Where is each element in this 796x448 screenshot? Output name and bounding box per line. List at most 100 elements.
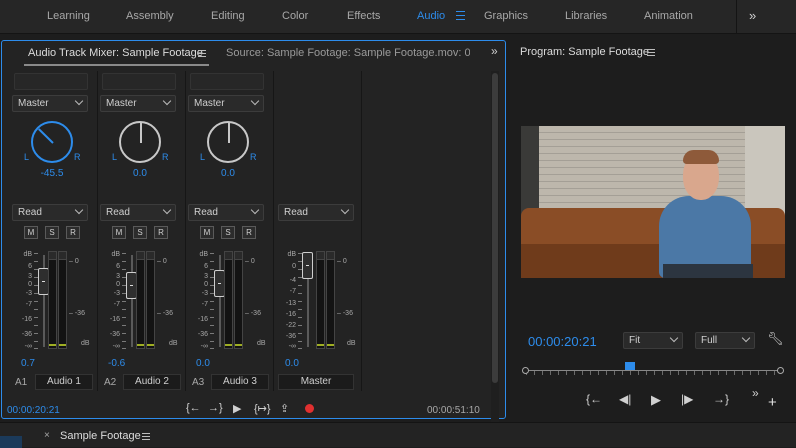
panel-menu-icon[interactable]: [647, 49, 655, 57]
export-icon[interactable]: ⇪: [280, 402, 289, 415]
double-chevron-right-icon[interactable]: »: [752, 386, 759, 400]
program-video-frame[interactable]: [521, 126, 785, 278]
add-button-icon[interactable]: +: [768, 394, 777, 411]
mark-out-icon[interactable]: →}: [713, 392, 729, 406]
close-icon[interactable]: ×: [44, 430, 50, 441]
panel-menu-icon[interactable]: [142, 433, 150, 441]
workspace-assembly[interactable]: Assembly: [126, 10, 174, 22]
tab-source[interactable]: Source: Sample Footage: Sample Footage.m…: [226, 47, 470, 59]
read-mode-dropdown[interactable]: Read: [188, 204, 264, 221]
timeline-play-indicator: [0, 436, 22, 448]
playhead[interactable]: [625, 362, 636, 370]
pan-left-label: L: [24, 152, 30, 162]
workspace-menu-icon[interactable]: [456, 11, 465, 20]
step-forward-icon[interactable]: |▶: [681, 392, 693, 406]
program-monitor-panel: Program: Sample Footage 00:00:20:21 Fit …: [510, 40, 796, 419]
volume-value[interactable]: 0.7: [21, 358, 35, 369]
read-mode-dropdown[interactable]: Read: [278, 204, 354, 221]
read-mode-dropdown[interactable]: Read: [100, 204, 176, 221]
record-arm-button[interactable]: R: [154, 226, 168, 239]
mixer-current-timecode[interactable]: 00:00:20:21: [7, 405, 60, 416]
ruler-end-handle[interactable]: [777, 367, 784, 374]
fader-ticks: [210, 253, 214, 349]
effects-slot[interactable]: [102, 73, 176, 90]
workspace-color[interactable]: Color: [282, 10, 308, 22]
record-arm-button[interactable]: R: [242, 226, 256, 239]
workspace-effects[interactable]: Effects: [347, 10, 380, 22]
solo-button[interactable]: S: [45, 226, 59, 239]
fader-ticks: [122, 253, 126, 349]
step-back-icon[interactable]: ◀|: [619, 392, 631, 406]
solo-button[interactable]: S: [133, 226, 147, 239]
track-id: A3: [192, 377, 205, 388]
mute-button[interactable]: M: [112, 226, 126, 239]
panel-menu-icon[interactable]: [198, 50, 206, 58]
channel-divider: [273, 71, 274, 391]
workspace-learning[interactable]: Learning: [47, 10, 90, 22]
workspace-animation[interactable]: Animation: [644, 10, 693, 22]
pan-value[interactable]: -45.5: [32, 168, 72, 179]
workspace-audio[interactable]: Audio: [417, 10, 445, 22]
fit-dropdown[interactable]: Fit: [623, 332, 683, 349]
record-arm-button[interactable]: R: [66, 226, 80, 239]
ruler-ticks: [526, 371, 780, 375]
pan-value[interactable]: 0.0: [120, 168, 160, 179]
volume-value[interactable]: 0.0: [285, 358, 299, 369]
level-meter-left: [136, 251, 145, 349]
tab-timeline-sequence[interactable]: Sample Footage: [60, 430, 141, 442]
automation-mode-dropdown[interactable]: Master: [188, 95, 264, 112]
automation-mode-dropdown[interactable]: Master: [12, 95, 88, 112]
play-icon[interactable]: ▶: [233, 402, 241, 415]
dropdown-label: Read: [194, 207, 218, 218]
go-to-in-icon[interactable]: {←: [186, 402, 201, 414]
volume-value[interactable]: -0.6: [108, 358, 125, 369]
meter-db-scale: – 0 – -36 dB: [245, 258, 266, 347]
read-mode-dropdown[interactable]: Read: [12, 204, 88, 221]
workspace-libraries[interactable]: Libraries: [565, 10, 607, 22]
track-name[interactable]: Audio 3: [211, 374, 269, 390]
workspace-graphics[interactable]: Graphics: [484, 10, 528, 22]
fader-track: [131, 255, 133, 347]
tab-audio-track-mixer[interactable]: Audio Track Mixer: Sample Footage: [28, 47, 203, 59]
mixer-scrollbar[interactable]: [491, 71, 499, 423]
pan-knob[interactable]: [119, 121, 161, 163]
pan-knob[interactable]: [31, 121, 73, 163]
play-icon[interactable]: ▶: [651, 392, 661, 408]
resolution-dropdown[interactable]: Full: [695, 332, 755, 349]
ruler-start-handle[interactable]: [522, 367, 529, 374]
track-name[interactable]: Master: [278, 374, 354, 390]
mark-in-icon[interactable]: {←: [586, 392, 602, 406]
mute-button[interactable]: M: [24, 226, 38, 239]
level-meter-left: [224, 251, 233, 349]
pan-knob[interactable]: [207, 121, 249, 163]
automation-mode-dropdown[interactable]: Master: [100, 95, 176, 112]
workspace-editing[interactable]: Editing: [211, 10, 245, 22]
pan-value[interactable]: 0.0: [208, 168, 248, 179]
track-id: A2: [104, 377, 117, 388]
chevron-down-icon: [669, 333, 679, 343]
effects-slot[interactable]: [190, 73, 264, 90]
dropdown-label: Read: [18, 207, 42, 218]
solo-button[interactable]: S: [221, 226, 235, 239]
mute-button[interactable]: M: [200, 226, 214, 239]
program-time-ruler[interactable]: [522, 362, 784, 376]
tab-program[interactable]: Program: Sample Footage: [520, 46, 649, 58]
double-chevron-right-icon[interactable]: »: [491, 44, 498, 58]
go-to-out-icon[interactable]: →}: [208, 402, 223, 414]
knob-indicator: [38, 128, 54, 144]
level-meter-left: [316, 251, 325, 349]
program-timecode[interactable]: 00:00:20:21: [528, 334, 597, 349]
ruler-line: [526, 370, 780, 371]
track-name[interactable]: Audio 1: [35, 374, 93, 390]
volume-fader[interactable]: [302, 252, 313, 279]
knob-indicator: [228, 123, 230, 143]
volume-value[interactable]: 0.0: [196, 358, 210, 369]
loop-icon[interactable]: {↦}: [254, 402, 271, 415]
double-chevron-right-icon[interactable]: »: [749, 8, 756, 23]
track-name[interactable]: Audio 2: [123, 374, 181, 390]
mixer-footer: 00:00:20:21 {← →} ▶ {↦} ⇪ 00:00:51:10: [2, 401, 505, 418]
record-icon[interactable]: [305, 404, 314, 413]
scroll-thumb[interactable]: [492, 73, 498, 383]
effects-slot[interactable]: [14, 73, 88, 90]
wrench-icon[interactable]: 🔧︎: [767, 331, 784, 347]
